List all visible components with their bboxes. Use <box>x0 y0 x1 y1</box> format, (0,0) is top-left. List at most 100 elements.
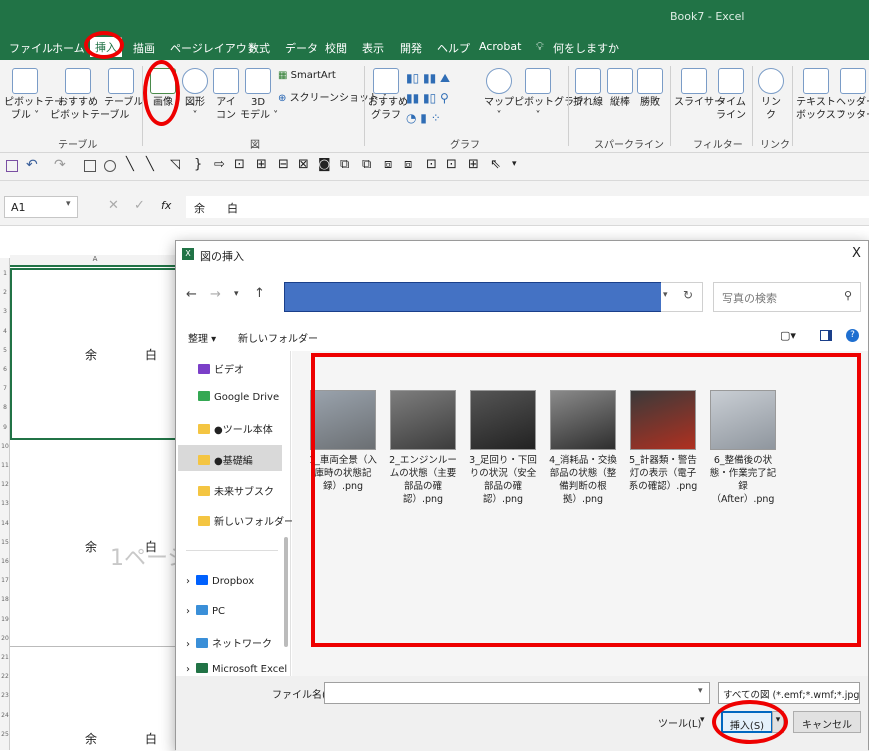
row-number[interactable]: 2 <box>0 289 10 296</box>
row-number[interactable]: 16 <box>0 558 10 565</box>
tab-data[interactable]: データ <box>285 40 318 56</box>
tools-menu[interactable]: ツール(L) <box>658 715 701 730</box>
recommended-pivot-button[interactable]: おすすめ ピボットテーブル <box>50 68 129 122</box>
line-icon[interactable]: ╲ <box>126 157 134 172</box>
save-icon[interactable] <box>6 160 18 172</box>
tab-formulas[interactable]: 数式 <box>248 40 270 56</box>
row-number[interactable]: 5 <box>0 347 10 354</box>
cancel-button[interactable]: キャンセル <box>793 711 861 733</box>
search-input[interactable]: 写真の検索 ⚲ <box>713 282 861 312</box>
3d-models-button[interactable]: 3D モデル ˅ <box>240 68 278 122</box>
nav-scrollbar[interactable] <box>284 537 288 647</box>
sparkline-line-button[interactable]: 折れ線 <box>572 68 604 109</box>
tools-dropdown-icon[interactable]: ▾ <box>700 715 705 725</box>
filename-input[interactable] <box>324 682 710 704</box>
redo-icon[interactable]: ↷ <box>54 157 66 173</box>
row-number[interactable]: 12 <box>0 481 10 488</box>
distribute-icon[interactable]: ⧈ <box>384 157 392 172</box>
row-number[interactable]: 6 <box>0 366 10 373</box>
up-arrow-icon[interactable]: ↑ <box>254 286 265 301</box>
row-number[interactable]: 11 <box>0 462 10 469</box>
tab-view[interactable]: 表示 <box>362 40 384 56</box>
slicer-button[interactable]: スライサー <box>674 68 724 109</box>
nav-item-dropbox[interactable]: › Dropbox <box>186 575 254 587</box>
nav-item-videos[interactable]: ビデオ <box>198 361 244 376</box>
tab-home[interactable]: ホーム <box>52 40 85 56</box>
freeform-icon[interactable]: ◹ <box>170 157 180 172</box>
shapes-button[interactable]: 図形 ˅ <box>180 68 210 122</box>
filename-dropdown-icon[interactable]: ▾ <box>698 686 703 696</box>
tab-review[interactable]: 校閲 <box>325 40 347 56</box>
formula-input[interactable]: 余 白 <box>186 196 869 218</box>
view-options-icon[interactable]: ▢▾ <box>780 329 796 342</box>
oval-icon[interactable] <box>104 160 116 172</box>
table-grid-icon[interactable]: ⊞ <box>468 157 479 172</box>
undo-icon[interactable]: ↶ <box>26 157 38 173</box>
column-header-a[interactable]: A <box>10 255 180 267</box>
row-number[interactable]: 14 <box>0 520 10 527</box>
row-number[interactable]: 17 <box>0 577 10 584</box>
new-folder-button[interactable]: 新しいフォルダー <box>238 330 318 345</box>
help-icon[interactable]: ? <box>846 329 859 342</box>
row-number[interactable]: 4 <box>0 328 10 335</box>
group-icon[interactable]: ⊡ <box>234 157 245 172</box>
organize-menu[interactable]: 整理 ▾ <box>188 330 216 345</box>
nav-item-pc[interactable]: › PC <box>186 605 225 617</box>
send-backward-icon[interactable]: ⧉ <box>362 157 371 172</box>
row-number[interactable]: 13 <box>0 500 10 507</box>
nav-item-tool-main[interactable]: ●ツール本体 <box>198 421 273 436</box>
row-number[interactable]: 7 <box>0 385 10 392</box>
tab-file[interactable]: ファイル <box>9 40 53 56</box>
resize-icon[interactable]: ⊡ <box>446 157 457 172</box>
maps-button[interactable]: マップ ˅ <box>484 68 514 122</box>
row-number[interactable]: 3 <box>0 308 10 315</box>
pivot-table-button[interactable]: ピボットテー ブル ˅ <box>4 68 64 122</box>
textbox-button[interactable]: テキスト ボックス ˅ <box>796 68 844 122</box>
rotate-icon[interactable]: ⧈ <box>404 157 412 172</box>
table-button[interactable]: テーブル <box>104 68 143 109</box>
timeline-button[interactable]: タイム ライン <box>714 68 748 122</box>
address-bar[interactable] <box>284 282 698 312</box>
nav-item-google-drive[interactable]: Google Drive <box>198 391 279 403</box>
tab-draw[interactable]: 描画 <box>133 40 155 56</box>
forward-arrow-icon[interactable]: → <box>210 287 221 302</box>
row-number[interactable]: 25 <box>0 731 10 738</box>
sparkline-winloss-button[interactable]: 勝敗 <box>636 68 664 109</box>
block-arrow-icon[interactable]: ⇨ <box>214 157 225 172</box>
crop-icon[interactable]: ⊡ <box>426 157 437 172</box>
row-number[interactable]: 10 <box>0 443 10 450</box>
refresh-icon[interactable]: ↻ <box>683 288 693 302</box>
cancel-entry-icon[interactable]: ✕ <box>108 198 119 213</box>
bracket-icon[interactable]: } <box>194 157 202 172</box>
confirm-entry-icon[interactable]: ✓ <box>134 198 145 213</box>
recommended-charts-button[interactable]: おすすめ グラフ <box>368 68 408 122</box>
nav-item-network[interactable]: › ネットワーク <box>186 635 272 650</box>
link-button[interactable]: リン ク <box>756 68 786 122</box>
name-box-dropdown-icon[interactable]: ▾ <box>66 199 71 209</box>
pivot-chart-button[interactable]: ピボットグラフ ˅ <box>514 68 584 122</box>
select-objects-icon[interactable]: ⊠ <box>298 157 309 172</box>
row-number[interactable]: 9 <box>0 424 10 431</box>
insert-function-icon[interactable]: fx <box>161 199 171 212</box>
row-number[interactable]: 18 <box>0 596 10 603</box>
tab-help[interactable]: ヘルプ <box>437 40 470 56</box>
preview-pane-icon[interactable] <box>820 330 832 341</box>
row-number[interactable]: 8 <box>0 404 10 411</box>
bring-forward-icon[interactable]: ⧉ <box>340 157 349 172</box>
nav-item-basics-selected[interactable]: ●基礎編 <box>178 445 282 471</box>
rectangle-icon[interactable] <box>84 160 96 172</box>
row-number[interactable]: 15 <box>0 539 10 546</box>
row-number[interactable]: 19 <box>0 616 10 623</box>
tab-developer[interactable]: 開発 <box>400 40 422 56</box>
align-icon[interactable]: ⊟ <box>278 157 289 172</box>
recent-locations-icon[interactable]: ▾ <box>234 289 239 299</box>
row-number[interactable]: 1 <box>0 270 10 277</box>
back-arrow-icon[interactable]: ← <box>186 287 197 302</box>
nav-item-mirai-subsc[interactable]: 未来サブスク <box>198 483 274 498</box>
pointer-icon[interactable]: ⇖ <box>490 157 501 172</box>
nav-item-new-folder[interactable]: 新しいフォルダー <box>198 513 294 528</box>
ungroup-icon[interactable]: ⊞ <box>256 157 267 172</box>
sparkline-column-button[interactable]: 縦棒 <box>606 68 634 109</box>
tab-page-layout[interactable]: ページレイアウト <box>170 40 258 56</box>
icons-button[interactable]: アイ コン <box>212 68 240 122</box>
